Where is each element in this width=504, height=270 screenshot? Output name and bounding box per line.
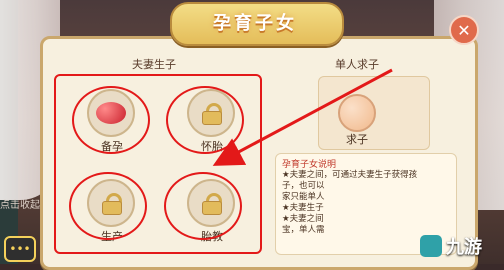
annotation-arrow (212, 68, 393, 166)
nine-game-logo-icon (420, 235, 442, 257)
watermark-text: 九游 (446, 237, 482, 258)
watermark: 九游 (420, 228, 504, 264)
